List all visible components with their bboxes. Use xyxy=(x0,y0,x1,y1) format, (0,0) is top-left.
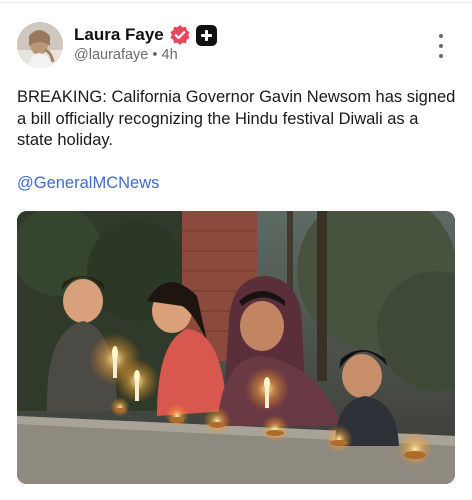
meta-separator: • xyxy=(152,47,158,64)
avatar-photo xyxy=(17,22,63,68)
author-meta: @laurafaye • 4h xyxy=(74,47,178,63)
top-divider xyxy=(0,2,472,3)
author-handle[interactable]: @laurafaye xyxy=(74,47,148,63)
post-timestamp[interactable]: 4h xyxy=(162,47,178,63)
post-body-text: BREAKING: California Governor Gavin News… xyxy=(17,88,456,149)
verified-badge-icon xyxy=(169,24,191,46)
author-display-name[interactable]: Laura Faye xyxy=(74,25,164,45)
more-options-icon[interactable] xyxy=(432,34,450,58)
avatar[interactable] xyxy=(17,22,63,68)
diwali-photo xyxy=(17,211,455,484)
post-image[interactable] xyxy=(17,211,455,484)
mention-link[interactable]: @GeneralMCNews xyxy=(17,174,159,193)
author-name-row: Laura Faye xyxy=(74,22,217,48)
plus-badge-icon xyxy=(195,24,217,46)
